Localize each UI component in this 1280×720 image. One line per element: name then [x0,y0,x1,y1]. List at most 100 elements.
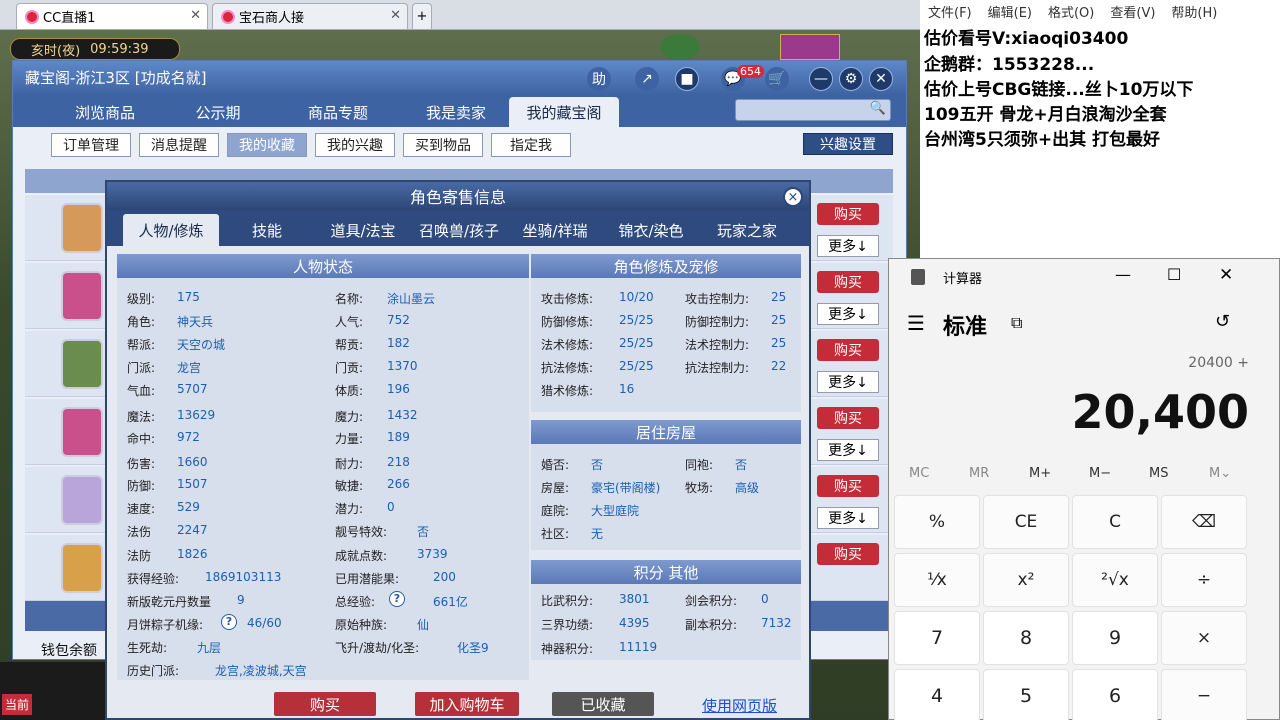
memory-button[interactable]: M− [1089,466,1111,481]
notepad-line[interactable]: 109五开 骨龙+月白浪淘沙全套 [924,100,1167,125]
menu-view[interactable]: 查看(V) [1110,2,1155,21]
calc-key[interactable]: − [1161,669,1247,720]
notepad-line[interactable]: 台州湾5只须弥+出其 打包最好 [924,125,1160,150]
tab-outfits[interactable]: 锦衣/染色 [603,214,699,246]
share-icon[interactable]: ↗ [635,67,659,91]
tab-home[interactable]: 玩家之家 [699,214,795,246]
memory-button[interactable]: M+ [1029,466,1051,481]
field-label: 获得经验: [127,572,180,586]
add-to-cart-button[interactable]: 加入购物车 [415,692,519,716]
calc-key[interactable]: CE [983,495,1069,549]
menu-edit[interactable]: 编辑(E) [988,2,1032,21]
help-button[interactable]: 助 [587,67,611,91]
tab-pets[interactable]: 召唤兽/孩子 [411,214,507,246]
nav-public[interactable]: 公示期 [173,97,263,127]
field-value: 46/60 [247,616,282,630]
browser-tab-gem[interactable]: 宝石商人接 ✕ [212,3,408,29]
interest-settings-button[interactable]: 兴趣设置 [803,133,893,155]
calc-key[interactable]: 4 [894,669,980,720]
calc-key[interactable]: 5 [983,669,1069,720]
keep-on-top-icon[interactable]: ⧉ [1011,313,1022,333]
calc-key[interactable]: ¹⁄x [894,553,980,607]
current-channel[interactable]: 当前 [2,694,33,715]
more-button[interactable]: 更多↓ [817,371,879,393]
tab-mounts[interactable]: 坐骑/祥瑞 [507,214,603,246]
search-input[interactable]: 🔍 [735,99,891,121]
calc-key[interactable]: % [894,495,980,549]
close-icon[interactable]: ✕ [1219,265,1233,285]
field-label: 靓号特效: [335,525,388,539]
calc-key[interactable]: 6 [1072,669,1158,720]
buy-button[interactable]: 购买 [817,271,879,293]
saved-button[interactable]: 已收藏 [552,692,654,716]
calc-key[interactable]: C [1072,495,1158,549]
calc-key[interactable]: ⌫ [1161,495,1247,549]
field-value: 高级 [735,481,760,495]
calc-key[interactable]: ²√x [1072,553,1158,607]
notepad-line[interactable]: 企鹅群：1553228... [924,50,1094,75]
close-icon[interactable]: ✕ [390,8,401,23]
calc-key[interactable]: 7 [894,611,980,665]
memory-button[interactable]: M⌄ [1209,466,1231,481]
tab-skills[interactable]: 技能 [219,214,315,246]
field-label: 名称: [335,292,364,306]
avatar [61,339,103,389]
field-label: 新版乾元丹数量 [127,595,212,609]
maximize-icon[interactable]: ☐ [1167,265,1181,284]
subtab-bought[interactable]: 买到物品 [403,133,483,157]
menu-icon[interactable]: ☰ [907,311,925,335]
window-header: 藏宝阁-浙江3区 [功成名就] 助 ↗ ■ 💬 654 🛒 — ⚙ ✕ [13,61,906,95]
tab-character[interactable]: 人物/修炼 [123,214,219,246]
nav-browse[interactable]: 浏览商品 [53,97,157,127]
new-tab-button[interactable]: + [412,3,432,29]
calc-key[interactable]: ÷ [1161,553,1247,607]
subtab-interests[interactable]: 我的兴趣 [315,133,395,157]
close-icon[interactable]: ✕ [869,67,893,91]
menu-file[interactable]: 文件(F) [928,2,972,21]
buy-button[interactable]: 购买 [817,475,879,497]
nav-seller[interactable]: 我是卖家 [401,97,511,127]
more-button[interactable]: 更多↓ [817,235,879,257]
cart-icon[interactable]: 🛒 [765,67,789,91]
buy-button[interactable]: 购买 [817,203,879,225]
subtab-favorites[interactable]: 我的收藏 [227,133,307,157]
menu-format[interactable]: 格式(O) [1048,2,1094,21]
memory-button[interactable]: MR [969,466,989,481]
more-button[interactable]: 更多↓ [817,439,879,461]
help-icon[interactable]: ? [221,614,237,630]
game-toolbar: 当前 [0,662,110,720]
calc-key[interactable]: 9 [1072,611,1158,665]
notepad-line[interactable]: 估价看号V:xiaoqi03400 [924,24,1128,49]
buy-button[interactable]: 购买 [274,692,376,716]
help-icon[interactable]: ? [389,591,405,607]
more-button[interactable]: 更多↓ [817,507,879,529]
field-label: 猎术修炼: [541,384,594,398]
calc-key[interactable]: 8 [983,611,1069,665]
minimize-icon[interactable]: — [1115,265,1131,284]
more-button[interactable]: 更多↓ [817,303,879,325]
calc-key[interactable]: x² [983,553,1069,607]
memory-button[interactable]: MC [909,466,929,481]
close-icon[interactable]: × [783,187,803,207]
close-icon[interactable]: ✕ [190,8,201,23]
search-icon[interactable]: 🔍 [870,101,886,116]
buy-button[interactable]: 购买 [817,339,879,361]
stop-icon[interactable]: ■ [675,67,699,91]
nav-my-cbg[interactable]: 我的藏宝阁 [509,97,619,127]
nav-topics[interactable]: 商品专题 [283,97,393,127]
subtab-assigned[interactable]: 指定我 [491,133,571,157]
minimize-icon[interactable]: — [809,67,833,91]
memory-button[interactable]: MS [1149,466,1168,481]
history-icon[interactable]: ↺ [1215,311,1230,332]
menu-help[interactable]: 帮助(H) [1171,2,1217,21]
notepad-line[interactable]: 估价上号CBG链接...丝卜10万以下 [924,75,1193,100]
subtab-messages[interactable]: 消息提醒 [139,133,219,157]
settings-icon[interactable]: ⚙ [839,67,863,91]
browser-tab-cc[interactable]: CC直播1 ✕ [16,3,208,29]
calc-key[interactable]: × [1161,611,1247,665]
buy-button[interactable]: 购买 [817,407,879,429]
web-version-link[interactable]: 使用网页版 [702,695,777,716]
subtab-orders[interactable]: 订单管理 [51,133,131,157]
buy-button[interactable]: 购买 [817,543,879,565]
tab-items[interactable]: 道具/法宝 [315,214,411,246]
